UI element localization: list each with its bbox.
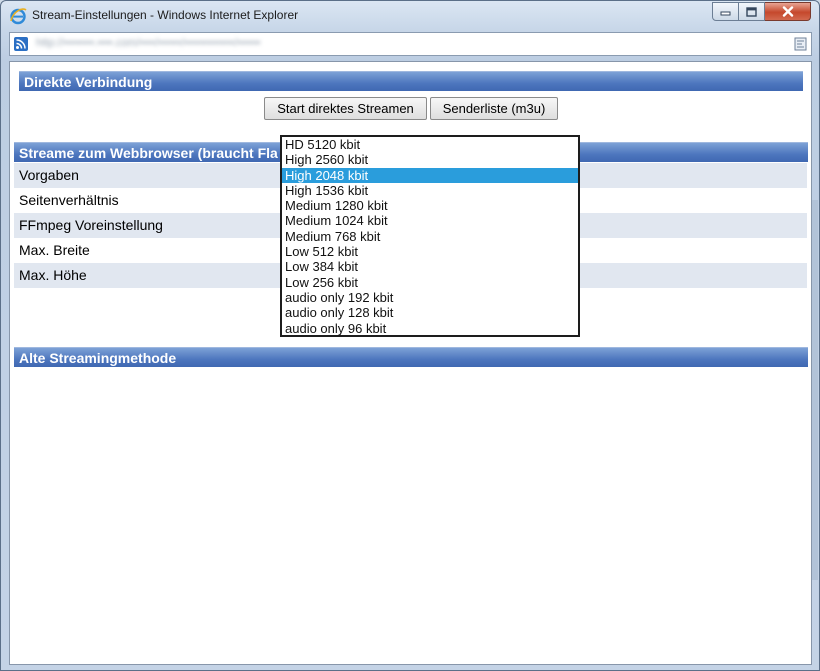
compat-view-icon[interactable] xyxy=(794,37,807,51)
close-button[interactable] xyxy=(765,2,811,21)
window-title: Stream-Einstellungen - Windows Internet … xyxy=(32,8,299,22)
section-header-direct: Direkte Verbindung xyxy=(19,71,803,91)
bitrate-option[interactable]: audio only 128 kbit xyxy=(282,305,578,320)
address-bar[interactable]: http://••••••••.••••.com/••••/••••••/•••… xyxy=(9,32,812,56)
bitrate-option[interactable]: High 2560 kbit xyxy=(282,152,578,167)
rss-icon xyxy=(14,37,28,51)
bitrate-option-selected[interactable]: High 2048 kbit xyxy=(282,167,578,183)
maximize-button[interactable] xyxy=(739,2,765,21)
bitrate-option[interactable]: High 1536 kbit xyxy=(282,183,578,198)
bitrate-option[interactable]: HD 5120 kbit xyxy=(282,137,578,152)
bitrate-option[interactable]: Low 256 kbit xyxy=(282,275,578,290)
ie-icon xyxy=(10,8,27,25)
bitrate-option[interactable]: Medium 1280 kbit xyxy=(282,198,578,213)
bitrate-option[interactable]: Low 384 kbit xyxy=(282,259,578,274)
page-content: Direkte Verbindung Start direktes Stream… xyxy=(9,61,812,665)
title-bar[interactable]: Stream-Einstellungen - Windows Internet … xyxy=(1,1,819,31)
browser-window: Stream-Einstellungen - Windows Internet … xyxy=(0,0,820,671)
section-header-old-method: Alte Streamingmethode xyxy=(14,347,808,367)
start-direct-streaming-button[interactable]: Start direktes Streamen xyxy=(264,97,427,120)
bitrate-option[interactable]: audio only 192 kbit xyxy=(282,290,578,305)
minimize-icon xyxy=(720,11,731,16)
station-list-button[interactable]: Senderliste (m3u) xyxy=(430,97,558,120)
close-icon xyxy=(782,6,793,17)
bitrate-option[interactable]: audio only 96 kbit xyxy=(282,321,578,336)
url-text: http://••••••••.••••.com/••••/••••••/•••… xyxy=(36,37,261,49)
maximize-icon xyxy=(746,6,757,17)
bitrate-option[interactable]: Medium 1024 kbit xyxy=(282,213,578,228)
minimize-button[interactable] xyxy=(712,2,739,21)
window-resize-edge xyxy=(812,200,818,580)
bitrate-dropdown-list[interactable]: HD 5120 kbit High 2560 kbit High 2048 kb… xyxy=(280,135,580,337)
bitrate-option[interactable]: Medium 768 kbit xyxy=(282,229,578,244)
bitrate-option[interactable]: Low 512 kbit xyxy=(282,244,578,259)
window-controls xyxy=(712,2,811,21)
